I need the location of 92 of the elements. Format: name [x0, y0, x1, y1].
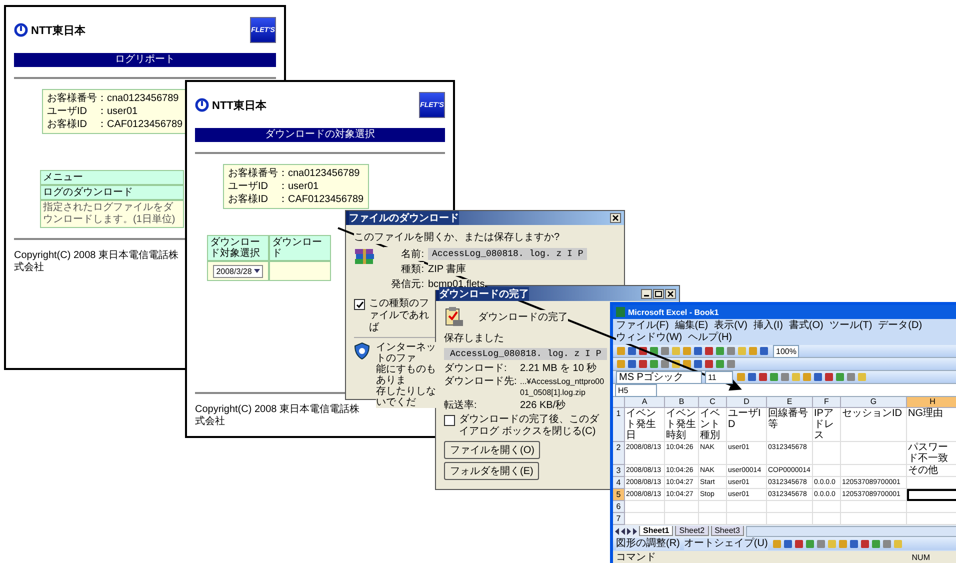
archive-icon [354, 247, 376, 267]
sheet-tab[interactable]: Sheet2 [675, 526, 709, 536]
zoom-field[interactable]: 100% [773, 344, 800, 358]
row-header[interactable]: 2 [613, 442, 625, 465]
logo-text: NTT東日本 [31, 24, 86, 38]
copyright-text: Copyright(C) 2008 東日本電信電話株式会社 [195, 404, 360, 428]
column-header[interactable]: G [841, 397, 907, 408]
menu-item[interactable]: ウィンドウ(W) [616, 332, 682, 344]
close-icon[interactable] [610, 213, 621, 223]
dialog-button[interactable]: フォルダを開く(E) [444, 462, 540, 480]
info-line: お客様ID ：CAF0123456789 [228, 193, 364, 206]
row-header[interactable]: 1 [613, 408, 625, 442]
clipboard-icon [444, 306, 464, 328]
menu-item[interactable]: データ(D) [878, 320, 922, 332]
detail-value: 2.21 MB を 10 秒 [520, 363, 597, 374]
sheet-tab[interactable]: Sheet3 [710, 526, 744, 536]
menu-link[interactable]: ログのダウンロード [40, 185, 184, 200]
toolbar-icons-drawing[interactable] [616, 346, 770, 356]
column-header[interactable]: D [727, 397, 767, 408]
info-line: お客様ID ：CAF0123456789 [47, 118, 183, 131]
menu-item[interactable]: ヘルプ(H) [688, 332, 732, 344]
row-header[interactable]: 5 [613, 489, 625, 501]
menu-item[interactable]: 書式(O) [788, 320, 824, 332]
menu-item[interactable]: 表示(V) [714, 320, 748, 332]
field-value: ZIP 書庫 [428, 262, 466, 276]
warning-text: 能にすものもありま [376, 364, 438, 386]
dialog-heading: ダウンロードの完了 [478, 310, 568, 324]
field-label: 名前: [384, 247, 424, 261]
detail-label: 転送率: [444, 400, 477, 411]
menu-item[interactable]: ファイル(F) [616, 320, 669, 332]
shield-icon [354, 342, 370, 360]
table-header: ダウンロード [269, 235, 331, 261]
file-name-field: AccessLog_080818. log. z I P [444, 348, 608, 360]
info-line: ユーザID ：user01 [228, 180, 320, 193]
font-size-field[interactable]: 11 [705, 370, 733, 384]
toolbar-button[interactable]: オートシェイプ(U) [684, 538, 768, 550]
detail-label: ダウンロード: [444, 363, 507, 374]
dialog-title: ファイルのダウンロード [349, 211, 459, 225]
maximize-icon[interactable] [653, 288, 664, 298]
status-text: コマンド [616, 551, 656, 563]
toolbar-button[interactable]: 図形の調整(R) [616, 538, 680, 550]
page-title: ログリポート [14, 53, 276, 67]
page-title: ダウンロードの対象選択 [195, 128, 445, 142]
date-dropdown[interactable]: 2008/3/28 [213, 264, 263, 278]
table-cell: イベント発生時刻 [666, 408, 697, 441]
font-field[interactable]: MS Pゴシック [616, 370, 702, 384]
warning-text: インターネットのファ [376, 342, 438, 364]
window-title: Microsoft Excel - Book1 [628, 308, 719, 316]
dialog-title: ダウンロードの完了 [439, 286, 529, 300]
menu-item[interactable]: 編集(E) [674, 320, 708, 332]
dialog-question: このファイルを開くか、または保存しますか? [354, 230, 560, 244]
menu-item[interactable]: ツール(T) [829, 320, 872, 332]
logo-icon [195, 98, 209, 112]
row-header[interactable]: 7 [613, 513, 625, 525]
sheet-nav-icon[interactable] [615, 528, 637, 534]
logo-icon [14, 23, 28, 37]
row-header[interactable]: 3 [613, 465, 625, 477]
column-header[interactable]: A [625, 397, 665, 408]
logo-text: NTT東日本 [212, 98, 266, 112]
name-box[interactable]: H5 [615, 384, 657, 396]
checkbox-label: この種類のファイルであれば [369, 298, 429, 334]
menu-item[interactable]: 挿入(I) [753, 320, 783, 332]
toolbar-icons-drawing[interactable] [616, 359, 737, 369]
dialog-button[interactable]: ファイルを開く(O) [444, 441, 540, 459]
sheet-tab[interactable]: Sheet1 [639, 526, 674, 536]
column-header[interactable]: F [813, 397, 841, 408]
file-name-field: AccessLog_080818. log. z I P [428, 248, 588, 260]
column-header[interactable]: H [907, 397, 956, 408]
column-header[interactable]: C [699, 397, 727, 408]
caret-icon [254, 268, 260, 274]
menu-description: 指定されたログファイルをダウンロードします。(1日単位) [40, 200, 184, 228]
minimize-icon[interactable] [641, 288, 652, 298]
status-indicator: NUM [912, 552, 930, 562]
detail-value: 226 KB/秒 [520, 400, 566, 411]
checkbox[interactable] [354, 299, 365, 310]
menu-header: メニュー [40, 170, 184, 185]
spreadsheet-icon [616, 307, 625, 317]
table-header: ダウンロード対象選択 [207, 235, 269, 261]
table-cell: 回線番号等 [768, 408, 811, 430]
warning-text: 存したりしないでくだ [376, 386, 438, 408]
close-icon[interactable] [665, 288, 676, 298]
scrollbar[interactable] [746, 526, 956, 536]
info-line: ユーザID ：user01 [47, 105, 139, 118]
saved-label: 保存しました [444, 331, 504, 345]
row-header[interactable]: 6 [613, 501, 625, 513]
info-line: お客様番号：cna0123456789 [47, 92, 180, 105]
info-line: お客様番号：cna0123456789 [228, 167, 361, 180]
copyright-text: Copyright(C) 2008 東日本電信電話株式会社 [14, 250, 180, 274]
checkbox[interactable] [444, 415, 455, 426]
row-header[interactable]: 4 [613, 477, 625, 489]
column-header[interactable]: E [767, 397, 813, 408]
column-header[interactable]: B [665, 397, 699, 408]
